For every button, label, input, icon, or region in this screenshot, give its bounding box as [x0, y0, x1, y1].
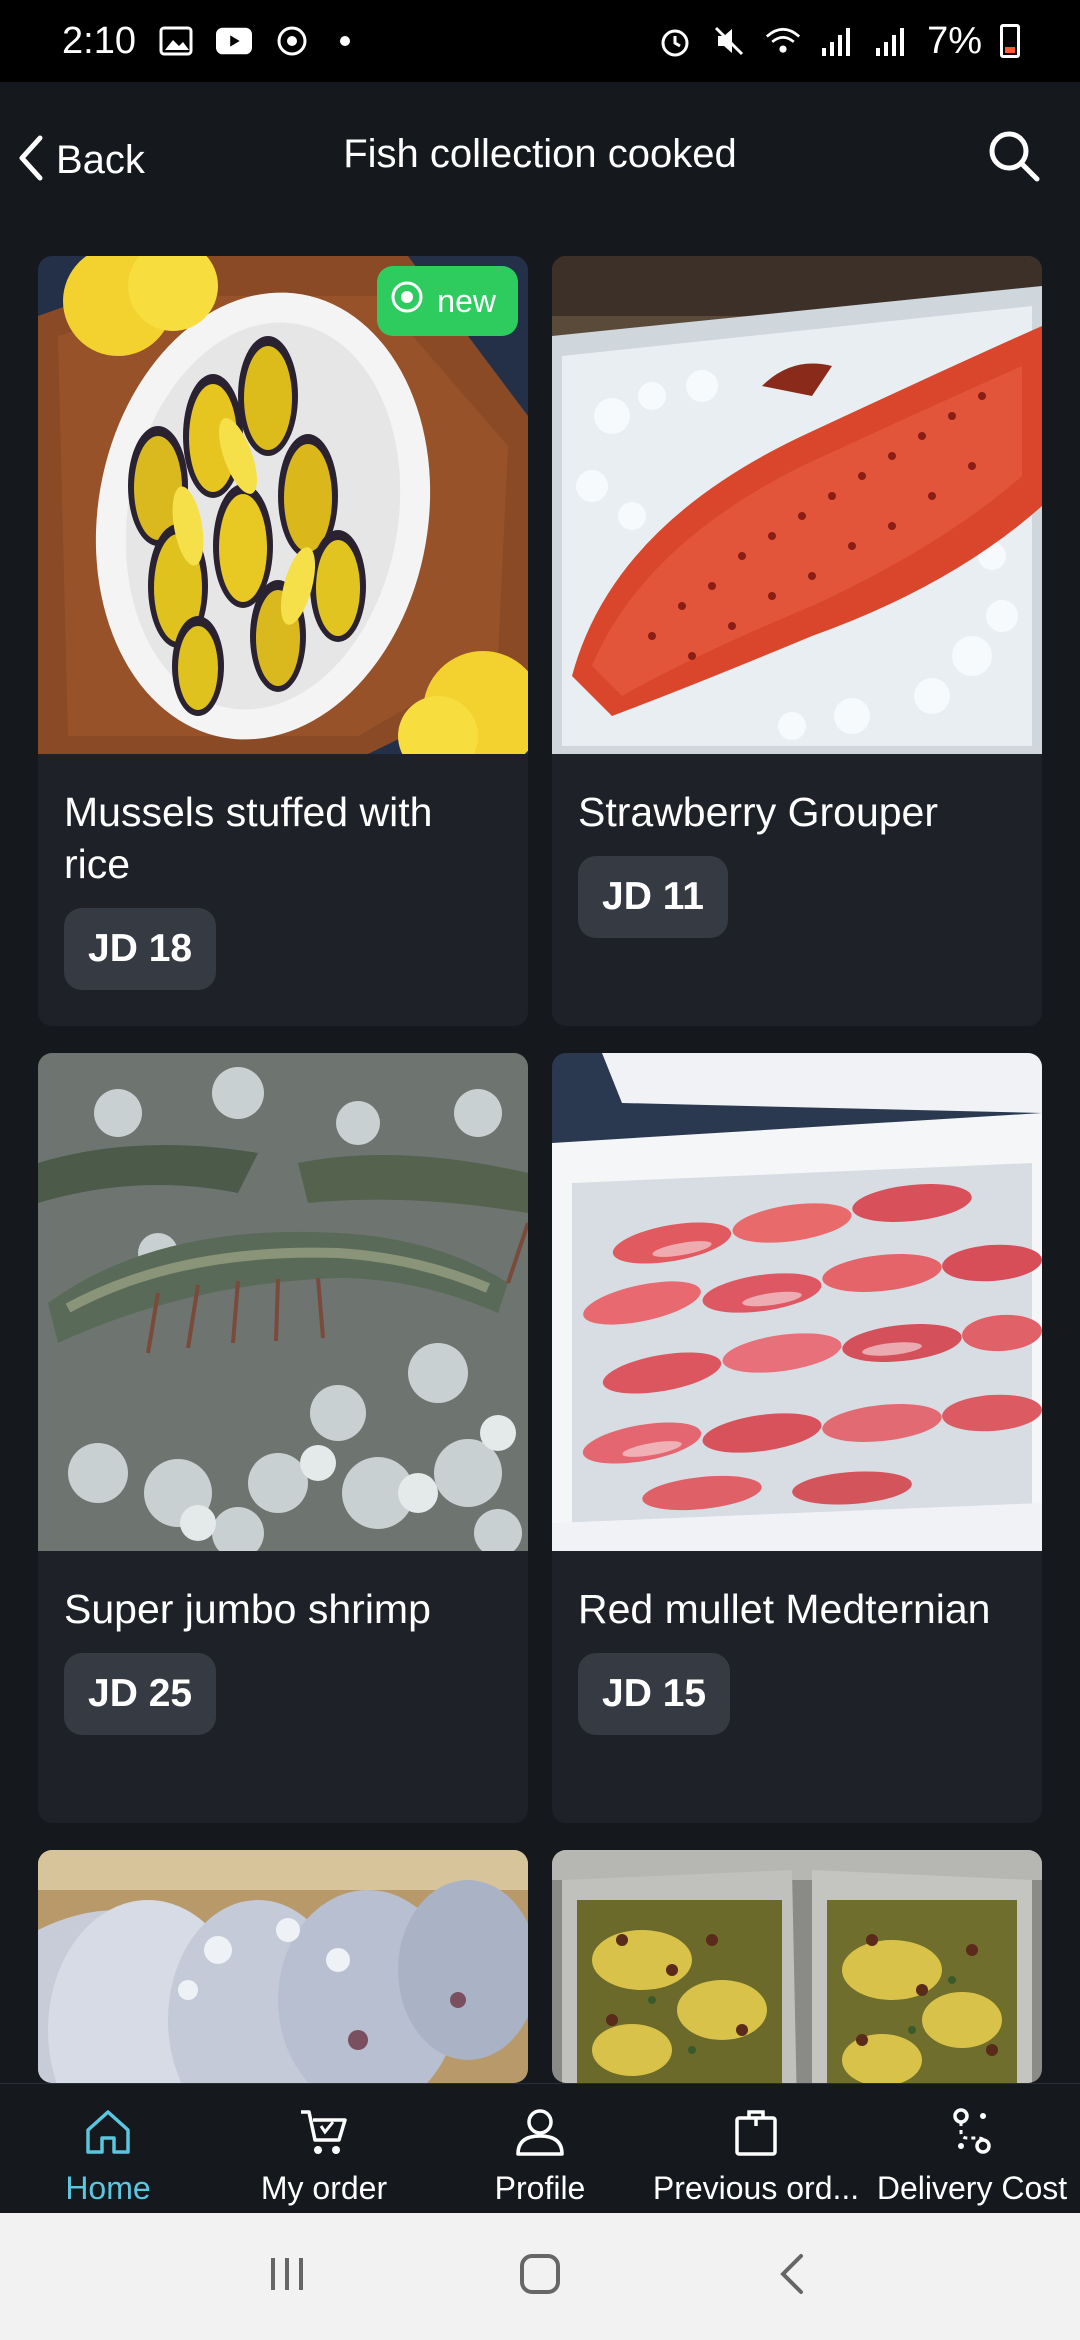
product-card[interactable]: Super jumbo shrimp JD 25 [38, 1053, 528, 1823]
product-card[interactable]: Strawberry Grouper JD 11 [552, 256, 1042, 1026]
notification-dot [339, 36, 350, 46]
route-icon [942, 2102, 1002, 2162]
product-name: Strawberry Grouper [578, 789, 939, 835]
profile-icon [510, 2102, 570, 2162]
status-time: 2:10 [62, 19, 136, 62]
product-price: JD 25 [64, 1653, 217, 1735]
shrimp-photo [38, 1053, 528, 1551]
signal-icon [873, 23, 909, 59]
search-button[interactable] [982, 126, 1046, 190]
product-price: JD 11 [578, 856, 728, 938]
bag-icon [726, 2102, 786, 2162]
battery-percent: 7% [927, 19, 982, 62]
youtube-icon [215, 23, 252, 59]
alarm-icon [657, 23, 693, 59]
nav-label: Home [65, 2170, 151, 2206]
nav-profile[interactable]: Profile [432, 2084, 648, 2213]
search-icon [987, 129, 1041, 188]
home-icon [78, 2102, 138, 2162]
product-name: Super jumbo shrimp [64, 1586, 431, 1632]
product-card[interactable]: new Mussels stuffed with rice JD 18 [38, 256, 528, 1026]
product-price: JD 18 [64, 908, 217, 990]
status-bar: 2:10 7% [0, 0, 1080, 82]
silver-pomfret-photo [38, 1850, 528, 2083]
mussels-rice-photo: new [38, 256, 528, 754]
nav-home[interactable]: Home [0, 2084, 216, 2213]
cart-icon [294, 2102, 354, 2162]
nav-my-order[interactable]: My order [216, 2084, 432, 2213]
back-nav-icon[interactable] [771, 2252, 815, 2301]
app-header: Back Fish collection cooked [0, 82, 1080, 234]
sync-icon [274, 23, 310, 59]
nav-label: Profile [494, 2170, 586, 2206]
product-card[interactable]: Red mullet Medternian JD 15 [552, 1053, 1042, 1823]
wifi-icon [765, 23, 801, 59]
octopus-trays-photo [552, 1850, 1042, 2083]
nav-previous-orders[interactable]: Previous ord... [648, 2084, 864, 2213]
nav-label: My order [260, 2170, 388, 2206]
new-badge: new [377, 266, 518, 336]
nav-label: Delivery Cost [876, 2170, 1068, 2206]
product-card[interactable] [38, 1850, 528, 2083]
battery-icon [1000, 24, 1020, 58]
system-nav-bar [0, 2213, 1080, 2340]
signal-icon [819, 23, 855, 59]
nav-delivery-cost[interactable]: Delivery Cost [864, 2084, 1080, 2213]
red-mullet-photo [552, 1053, 1042, 1551]
mute-icon [711, 23, 747, 59]
gallery-icon [158, 23, 194, 59]
grouper-photo [552, 256, 1042, 754]
bottom-nav: Home My order Profile Previous ord... De… [0, 2083, 1080, 2213]
new-badge-label: new [437, 282, 496, 319]
recents-icon[interactable] [265, 2252, 309, 2301]
nav-label: Previous ord... [652, 2170, 860, 2206]
product-price: JD 15 [578, 1653, 731, 1735]
page-title: Fish collection cooked [343, 132, 737, 176]
home-button-icon[interactable] [518, 2252, 562, 2301]
new-dot-icon [389, 279, 425, 323]
product-card[interactable] [552, 1850, 1042, 2083]
product-name: Mussels stuffed with rice [64, 789, 433, 887]
product-name: Red mullet Medternian [578, 1586, 991, 1632]
